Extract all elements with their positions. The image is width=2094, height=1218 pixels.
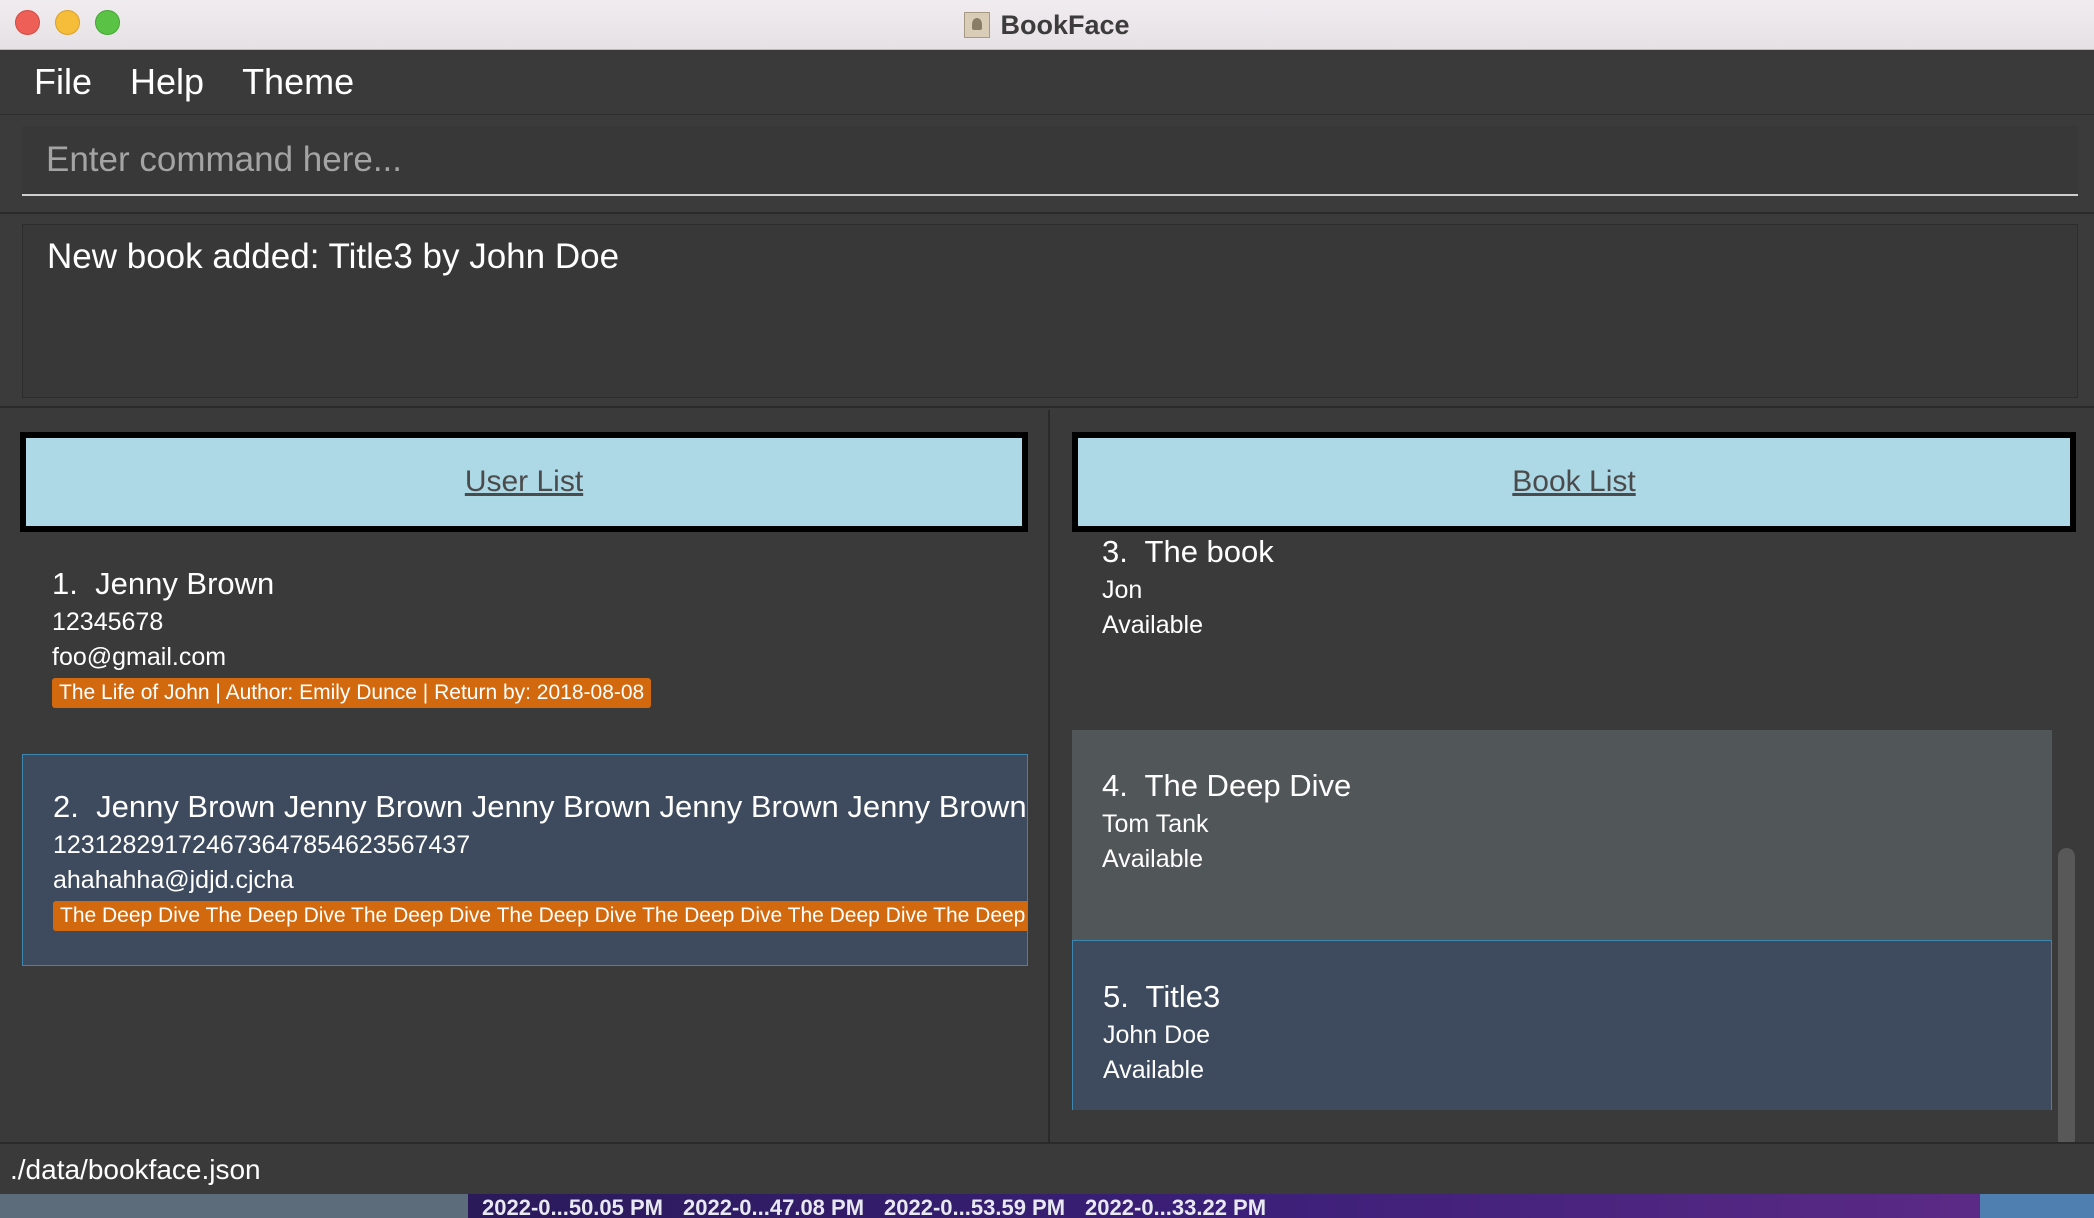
book-index: 4. [1102, 768, 1128, 803]
desktop-background: 2022-0...50.05 PM 2022-0...47.08 PM 2022… [0, 1194, 2094, 1218]
status-bar: ./data/bookface.json [0, 1142, 2094, 1194]
book-card[interactable]: 3. The book Jon Available [1072, 532, 2052, 730]
book-status: Available [1102, 845, 1204, 873]
desktop-wallpaper [0, 1194, 468, 1218]
user-card-title: 2. Jenny Brown Jenny Brown Jenny Brown J… [53, 789, 1028, 825]
save-location-path: ./data/bookface.json [10, 1154, 261, 1185]
desktop-file-label[interactable]: 2022-0...50.05 PM [482, 1194, 663, 1218]
command-box [0, 116, 2094, 214]
book-author: Tom Tank [1102, 810, 1209, 838]
book-index: 3. [1102, 534, 1128, 569]
menu-help[interactable]: Help [130, 61, 204, 103]
app-icon [964, 12, 991, 38]
desktop-file-label[interactable]: 2022-0...33.22 PM [1085, 1194, 1266, 1218]
borrowed-book-tag: The Life of John | Author: Emily Dunce |… [52, 678, 652, 708]
desktop-file-label[interactable]: 2022-0...53.59 PM [884, 1194, 1065, 1218]
book-card-hovered[interactable]: 4. The Deep Dive Tom Tank Available [1072, 730, 2052, 940]
user-index: 1. [52, 566, 78, 601]
book-author: John Doe [1103, 1021, 1211, 1049]
book-index: 5. [1103, 979, 1129, 1014]
book-title: The Deep Dive [1144, 768, 1352, 803]
book-card-title: 4. The Deep Dive [1102, 768, 2052, 804]
book-author: Jon [1102, 576, 1143, 604]
window-title: BookFace [1000, 9, 1130, 40]
book-status: Available [1102, 611, 1204, 639]
borrowed-book-tag: The Deep Dive The Deep Dive The Deep Div… [53, 901, 1028, 931]
user-name: Jenny Brown Jenny Brown Jenny Brown Jenn… [96, 789, 1028, 824]
menu-file[interactable]: File [34, 61, 92, 103]
book-card-title: 5. Title3 [1103, 979, 2051, 1015]
user-email: foo@gmail.com [52, 643, 227, 671]
book-list-header[interactable]: Book List [1072, 432, 2076, 532]
user-phone: 12345678 [52, 608, 164, 636]
user-card-title: 1. Jenny Brown [52, 566, 1028, 602]
user-email: ahahahha@jdjd.cjcha [53, 866, 294, 894]
user-list-header[interactable]: User List [20, 432, 1028, 532]
desktop-file-strip: 2022-0...50.05 PM 2022-0...47.08 PM 2022… [468, 1194, 1980, 1218]
book-list-scroll-thumb[interactable] [2058, 848, 2075, 1148]
lists-container: User List 1. Jenny Brown 12345678 foo@gm… [0, 410, 2094, 1148]
title-bar: BookFace [0, 0, 2094, 50]
book-list-header-label: Book List [1512, 465, 1636, 498]
book-title: The book [1144, 534, 1274, 569]
book-card-title: 3. The book [1102, 534, 2052, 570]
user-card-selected[interactable]: 2. Jenny Brown Jenny Brown Jenny Brown J… [22, 754, 1028, 966]
user-phone: 123128291724673647854623567437 [53, 831, 471, 859]
book-title: Title3 [1145, 979, 1221, 1014]
user-list-panel: User List 1. Jenny Brown 12345678 foo@gm… [0, 410, 1050, 1142]
menu-theme[interactable]: Theme [242, 61, 354, 103]
menu-bar: File Help Theme [0, 50, 2094, 115]
user-name: Jenny Brown [95, 566, 275, 601]
desktop-folder [1980, 1194, 2094, 1218]
book-list-scrollbar[interactable] [2056, 532, 2076, 1148]
book-list[interactable]: 3. The book Jon Available 4. The Deep Di… [1072, 532, 2052, 1110]
result-message: New book added: Title3 by John Doe [47, 237, 620, 276]
app-window: File Help Theme New book added: Title3 b… [0, 50, 2094, 1194]
user-list-header-label: User List [464, 465, 584, 498]
book-status: Available [1103, 1056, 1205, 1084]
desktop-file-label[interactable]: 2022-0...47.08 PM [683, 1194, 864, 1218]
command-input[interactable] [22, 126, 2078, 196]
user-index: 2. [53, 789, 79, 824]
result-display[interactable]: New book added: Title3 by John Doe [22, 224, 2078, 398]
user-list[interactable]: 1. Jenny Brown 12345678 foo@gmail.com Th… [22, 532, 1028, 1122]
book-list-panel: Book List 3. The book Jon Available 4. T… [1052, 410, 2094, 1148]
user-card[interactable]: 1. Jenny Brown 12345678 foo@gmail.com Th… [22, 532, 1028, 744]
result-display-area: New book added: Title3 by John Doe [0, 216, 2094, 408]
book-card-selected[interactable]: 5. Title3 John Doe Available [1072, 940, 2052, 1110]
window-title-group: BookFace [0, 0, 2094, 50]
